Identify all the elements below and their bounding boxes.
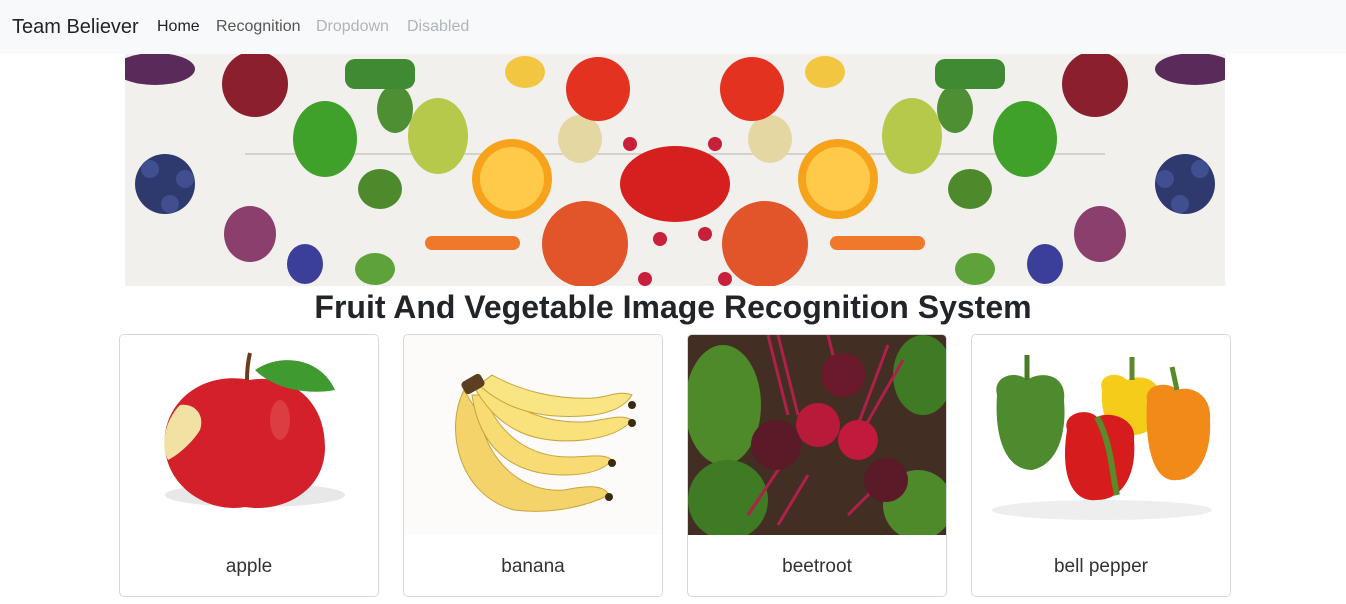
card-banana[interactable]: banana [403, 334, 663, 597]
bell-pepper-icon [972, 335, 1230, 535]
apple-icon [120, 335, 378, 535]
page-title: Fruit And Vegetable Image Recognition Sy… [314, 289, 1032, 325]
banana-icon [404, 335, 662, 535]
card-apple[interactable]: apple [119, 334, 379, 597]
navbar-brand[interactable]: Team Believer [12, 14, 139, 40]
nav-item-home[interactable]: Home [157, 17, 200, 37]
nav-item-recognition[interactable]: Recognition [216, 17, 301, 37]
fruit-vegetable-banner-icon [125, 54, 1225, 286]
nav-item-dropdown: Dropdown [316, 18, 389, 35]
card-label: beetroot [782, 556, 852, 577]
card-label: apple [225, 556, 273, 577]
card-label: banana [501, 556, 565, 577]
hero-banner-image [125, 54, 1225, 286]
card-bell-pepper[interactable]: bell pepper [971, 334, 1231, 597]
card-label: bell pepper [1053, 556, 1149, 577]
beetroot-icon [688, 335, 946, 535]
navbar: Team Believer Home Recognition Dropdown … [0, 0, 1346, 54]
card-beetroot[interactable]: beetroot [687, 334, 947, 597]
nav-item-disabled: Disabled [407, 18, 470, 35]
